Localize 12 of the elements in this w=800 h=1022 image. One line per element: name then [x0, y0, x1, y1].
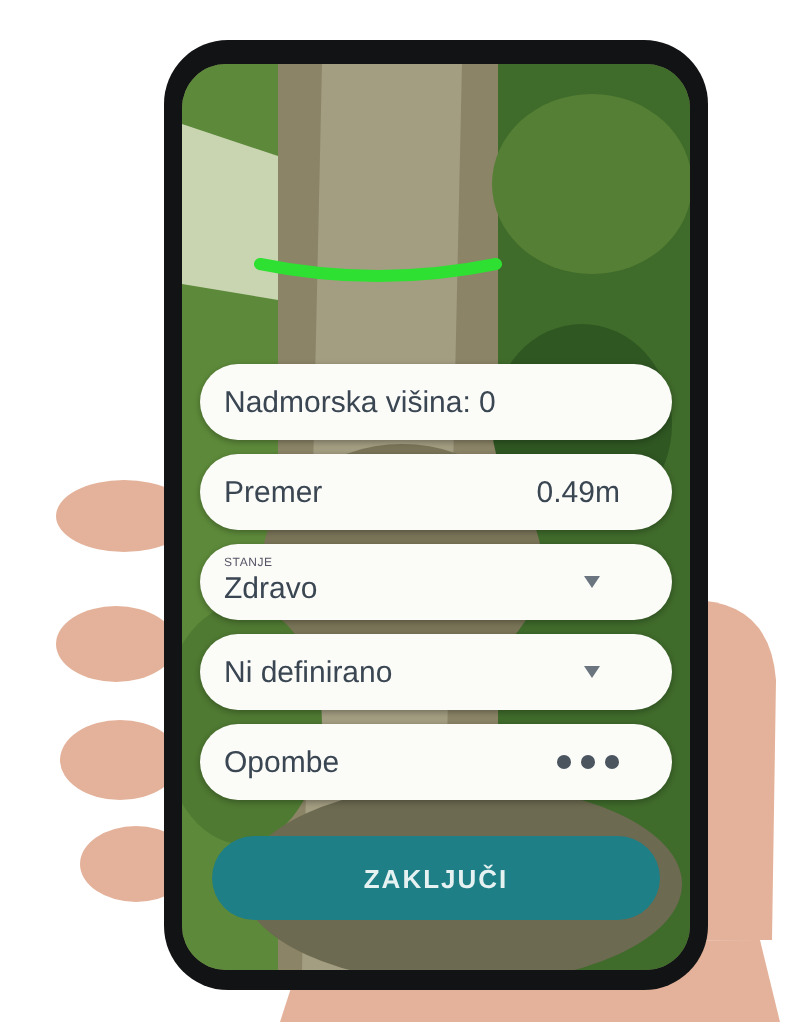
- caret-icon: [584, 576, 600, 588]
- finish-button[interactable]: ZAKLJUČI: [212, 836, 660, 920]
- more-icon[interactable]: [556, 754, 620, 770]
- caret-icon: [584, 666, 600, 678]
- field-value: 0.49m: [536, 475, 620, 509]
- field-value: Zdravo: [224, 572, 320, 606]
- field-value: Ni definirano: [224, 655, 395, 689]
- field-label: Premer: [224, 475, 325, 509]
- dropdown-field[interactable]: Ni definirano: [200, 634, 672, 710]
- field-label: Opombe: [224, 745, 342, 779]
- field-label: Nadmorska višina: 0: [224, 385, 498, 419]
- notes-field[interactable]: Opombe: [200, 724, 672, 800]
